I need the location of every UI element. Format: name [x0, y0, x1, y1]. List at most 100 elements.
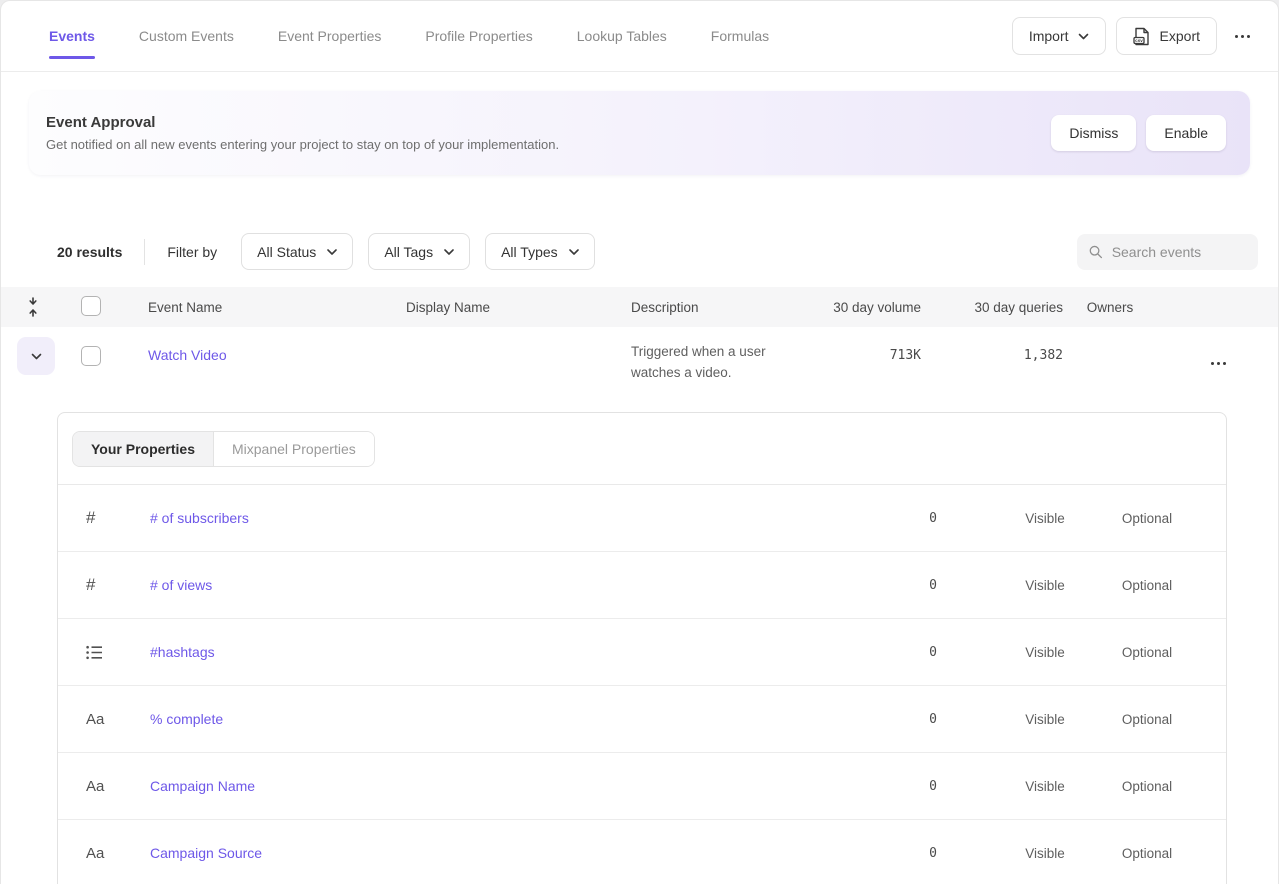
event-queries: 1,382 [921, 327, 1063, 363]
property-name-link[interactable]: Campaign Name [122, 778, 699, 794]
filter-by-label: Filter by [167, 244, 217, 260]
select-all-checkbox[interactable] [81, 296, 101, 316]
header-display-name: Display Name [389, 300, 614, 315]
nav-tabs: Events Custom Events Event Properties Pr… [49, 28, 769, 44]
number-type-icon: # [58, 508, 122, 528]
status-filter-label: All Status [257, 244, 316, 260]
number-type-icon: # [58, 575, 122, 595]
header-queries: 30 day queries [921, 300, 1063, 315]
property-row: # # of views 0 Visible Optional [58, 552, 1226, 619]
chevron-down-icon [1078, 33, 1089, 40]
collapse-all-icon[interactable] [27, 297, 39, 317]
ellipsis-icon [1235, 35, 1250, 38]
property-name-link[interactable]: % complete [122, 711, 699, 727]
types-filter-label: All Types [501, 244, 558, 260]
lexicon-page: Events Custom Events Event Properties Pr… [0, 0, 1279, 884]
header-event-name: Event Name [131, 300, 389, 315]
property-count: 0 [699, 779, 994, 794]
property-count: 0 [699, 511, 994, 526]
text-type-icon: Aa [58, 711, 122, 728]
banner-text: Event Approval Get notified on all new e… [46, 114, 559, 152]
header-owners: Owners [1063, 300, 1157, 315]
property-requirement: Optional [1096, 578, 1198, 593]
header-volume: 30 day volume [804, 300, 921, 315]
banner-subtitle: Get notified on all new events entering … [46, 137, 559, 152]
tab-formulas[interactable]: Formulas [711, 28, 769, 44]
event-name-link[interactable]: Watch Video [131, 327, 227, 363]
row-checkbox[interactable] [81, 346, 101, 366]
property-count: 0 [699, 712, 994, 727]
property-visibility: Visible [994, 578, 1096, 593]
property-row: Aa Campaign Name 0 Visible Optional [58, 753, 1226, 820]
banner-title: Event Approval [46, 114, 559, 131]
properties-panel: Your Properties Mixpanel Properties # # … [57, 412, 1227, 884]
event-approval-banner: Event Approval Get notified on all new e… [29, 91, 1250, 175]
divider [144, 239, 145, 265]
event-description: Triggered when a user watches a video. [614, 327, 804, 383]
property-requirement: Optional [1096, 511, 1198, 526]
tab-events[interactable]: Events [49, 28, 95, 44]
tab-custom-events[interactable]: Custom Events [139, 28, 234, 44]
results-count: 20 results [57, 244, 122, 260]
property-row: Aa Campaign Source 0 Visible Optional [58, 820, 1226, 884]
more-options-button[interactable] [1227, 17, 1258, 55]
chevron-down-icon [444, 249, 454, 255]
property-visibility: Visible [994, 645, 1096, 660]
chevron-down-icon [31, 353, 42, 360]
search-icon [1089, 244, 1103, 260]
table-header: Event Name Display Name Description 30 d… [1, 287, 1278, 327]
search-input[interactable] [1112, 244, 1246, 260]
collapse-row-button[interactable] [17, 337, 55, 375]
csv-file-icon: csv [1133, 27, 1151, 46]
svg-text:csv: csv [1135, 38, 1143, 43]
tab-event-properties[interactable]: Event Properties [278, 28, 382, 44]
tab-lookup-tables[interactable]: Lookup Tables [577, 28, 667, 44]
banner-actions: Dismiss Enable [1051, 115, 1226, 151]
property-row: #hashtags 0 Visible Optional [58, 619, 1226, 686]
header-description: Description [614, 300, 804, 315]
property-requirement: Optional [1096, 712, 1198, 727]
property-count: 0 [699, 578, 994, 593]
tags-filter-dropdown[interactable]: All Tags [368, 233, 470, 270]
import-button[interactable]: Import [1012, 17, 1106, 55]
nav-actions: Import csv Export [1012, 17, 1258, 55]
property-visibility: Visible [994, 846, 1096, 861]
text-type-icon: Aa [58, 778, 122, 795]
property-name-link[interactable]: # of views [122, 577, 699, 593]
export-button-label: Export [1160, 28, 1200, 44]
dismiss-button[interactable]: Dismiss [1051, 115, 1136, 151]
property-row: # # of subscribers 0 Visible Optional [58, 485, 1226, 552]
text-type-icon: Aa [58, 845, 122, 862]
property-row: Aa % complete 0 Visible Optional [58, 686, 1226, 753]
property-count: 0 [699, 645, 994, 660]
ellipsis-icon [1211, 362, 1226, 365]
property-visibility: Visible [994, 712, 1096, 727]
property-name-link[interactable]: # of subscribers [122, 510, 699, 526]
property-visibility: Visible [994, 779, 1096, 794]
filter-bar: 20 results Filter by All Status All Tags… [57, 233, 1258, 270]
enable-button[interactable]: Enable [1146, 115, 1226, 151]
chevron-down-icon [569, 249, 579, 255]
properties-tab-bar: Your Properties Mixpanel Properties [58, 413, 1226, 485]
import-button-label: Import [1029, 28, 1069, 44]
chevron-down-icon [327, 249, 337, 255]
top-nav: Events Custom Events Event Properties Pr… [1, 1, 1278, 72]
types-filter-dropdown[interactable]: All Types [485, 233, 595, 270]
search-box [1077, 234, 1258, 270]
list-type-icon [58, 645, 122, 660]
property-requirement: Optional [1096, 846, 1198, 861]
row-more-options-button[interactable] [1203, 344, 1234, 382]
tab-your-properties[interactable]: Your Properties [73, 432, 213, 466]
property-requirement: Optional [1096, 779, 1198, 794]
properties-segmented-control: Your Properties Mixpanel Properties [72, 431, 375, 467]
property-name-link[interactable]: Campaign Source [122, 845, 699, 861]
tags-filter-label: All Tags [384, 244, 433, 260]
property-count: 0 [699, 846, 994, 861]
property-requirement: Optional [1096, 645, 1198, 660]
table-row: Watch Video Triggered when a user watche… [1, 327, 1278, 412]
export-button[interactable]: csv Export [1116, 17, 1217, 55]
property-name-link[interactable]: #hashtags [122, 644, 699, 660]
tab-profile-properties[interactable]: Profile Properties [425, 28, 532, 44]
status-filter-dropdown[interactable]: All Status [241, 233, 353, 270]
tab-mixpanel-properties[interactable]: Mixpanel Properties [213, 432, 374, 466]
